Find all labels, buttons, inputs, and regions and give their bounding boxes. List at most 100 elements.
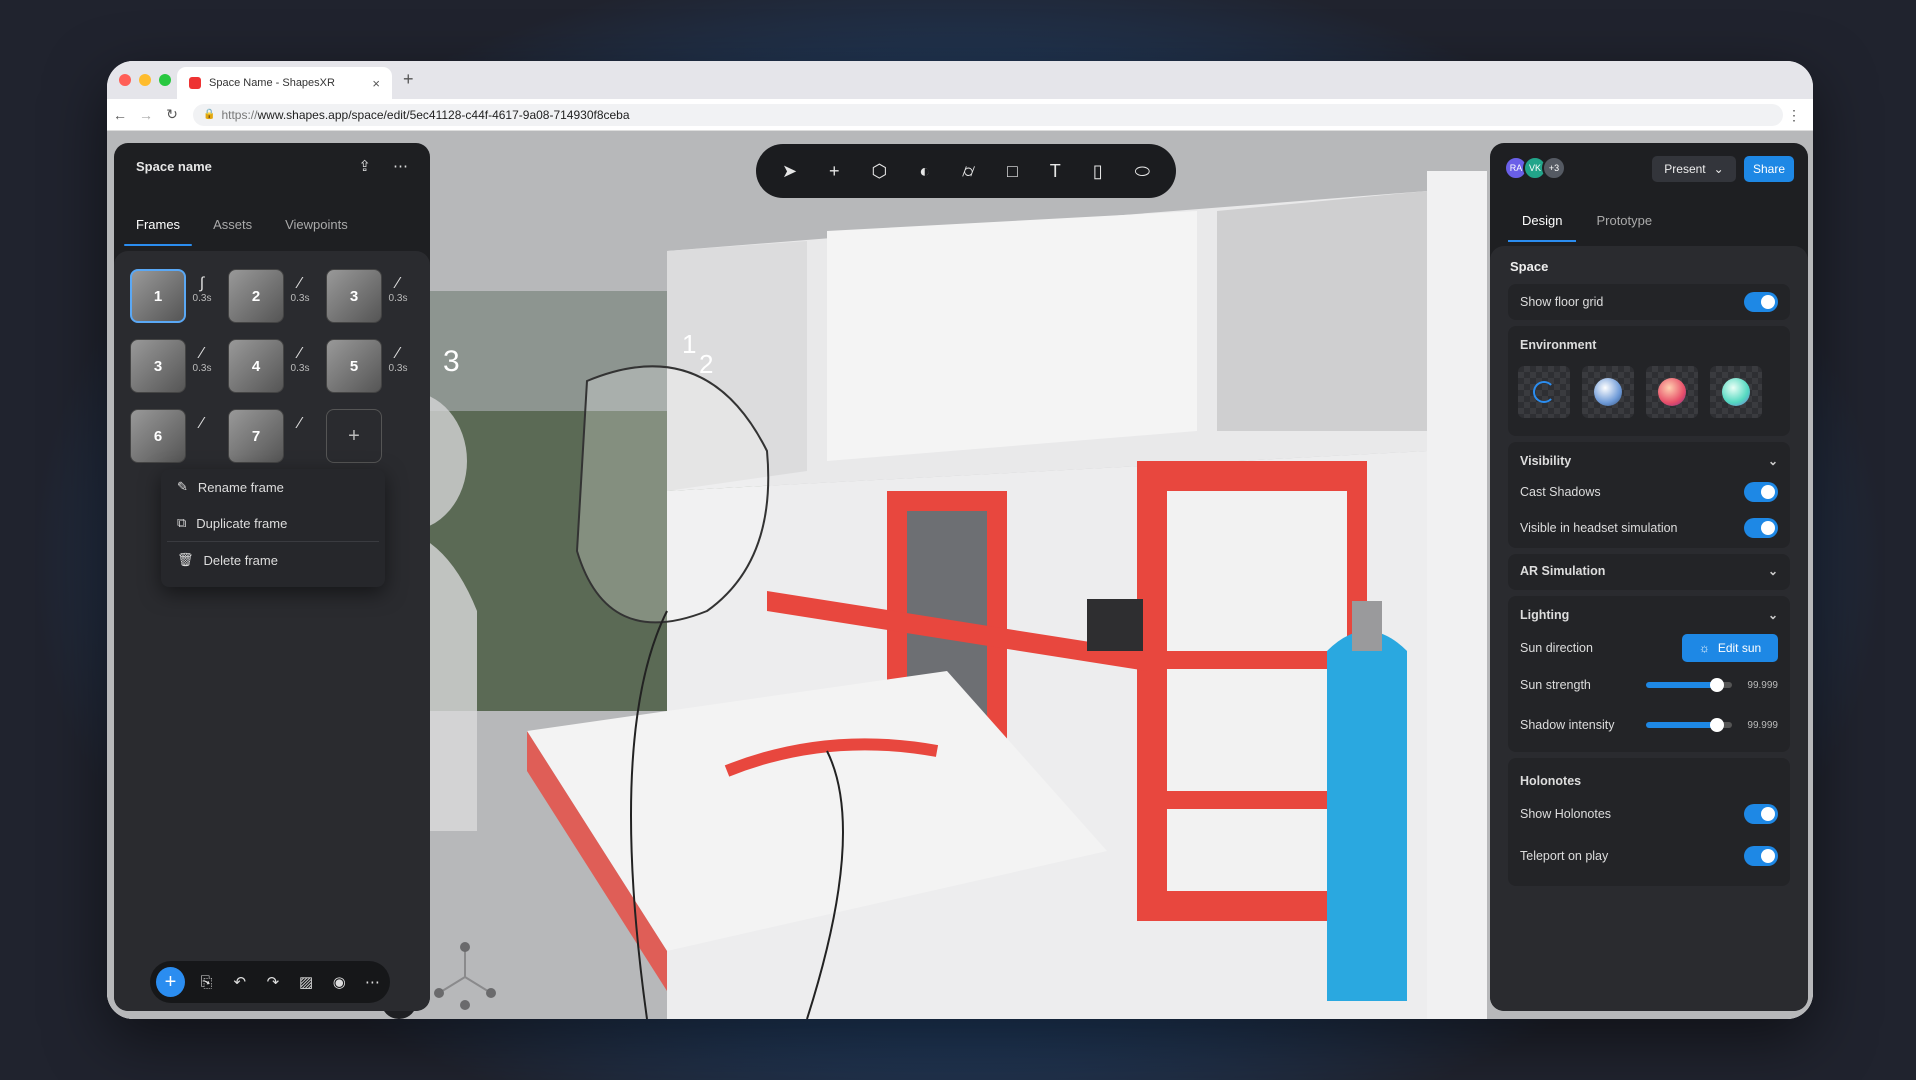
export-icon[interactable]: ⇪ [358, 157, 371, 175]
frame-transition[interactable]: ⁄ 0.3s [286, 345, 314, 374]
sun-strength-slider[interactable] [1646, 678, 1732, 692]
redo-icon[interactable]: ↷ [261, 973, 284, 991]
frame-thumbnail[interactable]: 2 [228, 269, 284, 323]
add-tool-icon[interactable]: + [829, 161, 840, 182]
frame-thumbnail[interactable]: 6 [130, 409, 186, 463]
tab-strip: Space Name - ShapesXR × + [107, 61, 1813, 99]
slider-thumb[interactable] [1710, 718, 1724, 732]
axis-gizmo-icon[interactable] [429, 941, 501, 1013]
present-button[interactable]: Present ⌄ [1652, 156, 1736, 182]
reload-icon[interactable]: ↻ [159, 106, 185, 123]
lock-icon: 🔒 [203, 109, 216, 120]
linear-curve-icon: ⁄ [200, 415, 204, 432]
edit-sun-button[interactable]: ☼ Edit sun [1682, 634, 1778, 662]
frame-thumbnail[interactable]: 3 [326, 269, 382, 323]
frame-thumbnail[interactable]: 1 [130, 269, 186, 323]
linear-curve-icon: ⁄ [298, 345, 302, 362]
properties-panel: RA VK +3 Present ⌄ Share Design Prototype… [1490, 143, 1808, 1011]
plane-tool-icon[interactable]: □ [1007, 161, 1018, 182]
show-holonotes-toggle[interactable] [1744, 804, 1778, 824]
play-icon[interactable]: ◉ [328, 973, 351, 991]
cylinder-tool-icon[interactable]: ⌭ [962, 161, 975, 182]
capsule-tool-icon[interactable]: ⬭ [1135, 161, 1150, 182]
shadow-intensity-value: 99.999 [1747, 719, 1778, 731]
scene-label-3: 3 [443, 345, 460, 378]
tab-assets[interactable]: Assets [213, 217, 252, 232]
frame-transition[interactable]: ⁄ [188, 415, 216, 433]
show-floor-grid-toggle[interactable] [1744, 292, 1778, 312]
frame-thumbnail[interactable]: 5 [326, 339, 382, 393]
environment-swatch[interactable] [1646, 366, 1698, 418]
tab-title: Space Name - ShapesXR [209, 77, 335, 89]
cast-shadows-label: Cast Shadows [1520, 485, 1601, 499]
environment-swatch[interactable] [1582, 366, 1634, 418]
frame-thumbnail[interactable]: 3 [130, 339, 186, 393]
select-tool-icon[interactable]: ➤ [782, 161, 797, 182]
tab-design[interactable]: Design [1507, 213, 1578, 242]
url-field[interactable]: 🔒 https:// www.shapes.app/space/edit/5ec… [193, 103, 1783, 126]
rename-frame-item[interactable]: ✎ Rename frame [161, 469, 385, 505]
share-button[interactable]: Share [1744, 156, 1794, 182]
cast-shadows-toggle[interactable] [1744, 482, 1778, 502]
more-avatars-badge[interactable]: +3 [1542, 156, 1566, 180]
minimize-window-button[interactable] [139, 74, 151, 86]
environment-swatch-none[interactable] [1518, 366, 1570, 418]
delete-frame-item[interactable]: 🗑 Delete frame [161, 542, 385, 578]
teleport-toggle[interactable] [1744, 846, 1778, 866]
frame-transition[interactable]: ⁄ 0.3s [188, 345, 216, 374]
environment-title: Environment [1520, 338, 1597, 352]
visible-headset-toggle[interactable] [1744, 518, 1778, 538]
frame-transition[interactable]: ⁄ 0.3s [384, 345, 412, 374]
back-arrow-icon[interactable]: ← [107, 107, 133, 123]
holonotes-card: Holonotes Show Holonotes Teleport on pla… [1508, 758, 1790, 886]
slider-thumb[interactable] [1710, 678, 1724, 692]
more-icon[interactable]: ⋯ [393, 157, 408, 175]
frame-transition[interactable]: ∫ 0.3s [188, 275, 216, 304]
environment-swatch[interactable] [1710, 366, 1762, 418]
add-button[interactable]: + [156, 967, 185, 997]
collaborator-avatars[interactable]: RA VK +3 [1504, 156, 1566, 180]
edit-sun-label: Edit sun [1717, 641, 1762, 655]
sphere-tool-icon[interactable]: ◐ [919, 161, 930, 182]
visible-headset-label: Visible in headset simulation [1520, 521, 1678, 535]
teleport-label: Teleport on play [1520, 849, 1609, 863]
frames-grid: 1 ∫ 0.3s 2 ⁄ 0.3s 3 ⁄ 0.3s 3 ⁄ 0.3s 4 ⁄ 0.3s … [114, 251, 430, 1011]
more-actions-icon[interactable]: ⋯ [361, 973, 384, 991]
tab-close-icon[interactable]: × [372, 76, 380, 91]
frame-transition[interactable]: ⁄ 0.3s [384, 275, 412, 304]
maximize-window-button[interactable] [159, 74, 171, 86]
visibility-header[interactable]: Visibility ⌄ [1520, 454, 1778, 468]
frame-transition[interactable]: ⁄ 0.3s [286, 275, 314, 304]
tab-frames[interactable]: Frames [123, 217, 193, 246]
forward-arrow-icon[interactable]: → [133, 107, 159, 123]
environment-card: Environment [1508, 326, 1790, 436]
close-window-button[interactable] [119, 74, 131, 86]
add-frame-button[interactable]: + [326, 409, 382, 463]
tab-viewpoints[interactable]: Viewpoints [285, 217, 348, 232]
chevron-down-icon: ⌄ [1767, 564, 1778, 578]
frame-transition[interactable]: ⁄ [286, 415, 314, 433]
text-tool-icon[interactable]: T [1050, 161, 1061, 182]
frame-thumbnail[interactable]: 7 [228, 409, 284, 463]
browser-menu-icon[interactable]: ⋮ [1787, 107, 1801, 124]
browser-tab[interactable]: Space Name - ShapesXR × [177, 67, 392, 99]
chevron-down-icon: ⌄ [1713, 162, 1724, 176]
scene-label-1: 1 [682, 329, 696, 359]
lighting-header[interactable]: Lighting ⌄ [1520, 608, 1778, 622]
viewport-3d[interactable]: 3 1 2 ➤ + ⬡ ◐ ⌭ □ T ▯ ⬭ ▦ ⊙ Space name ⇪… [107, 131, 1813, 1019]
image-icon[interactable]: ▨ [294, 973, 317, 991]
new-frame-icon[interactable]: ⎘ [195, 974, 218, 991]
tab-prototype[interactable]: Prototype [1596, 213, 1652, 228]
undo-icon[interactable]: ↶ [228, 973, 251, 991]
ruler-tool-icon[interactable]: ▯ [1093, 161, 1103, 182]
shadow-intensity-slider[interactable] [1646, 718, 1732, 732]
floor-grid-card: Show floor grid [1508, 284, 1790, 320]
cube-tool-icon[interactable]: ⬡ [872, 161, 888, 182]
frame-thumbnail[interactable]: 4 [228, 339, 284, 393]
transition-duration: 0.3s [290, 293, 310, 304]
ar-simulation-card[interactable]: AR Simulation ⌄ [1508, 554, 1790, 590]
duplicate-frame-item[interactable]: ⧉ Duplicate frame [161, 505, 385, 541]
loading-ring-icon [1533, 381, 1555, 403]
new-tab-button[interactable]: + [403, 69, 414, 90]
panel-actions: ⇪ ⋯ [358, 157, 408, 175]
